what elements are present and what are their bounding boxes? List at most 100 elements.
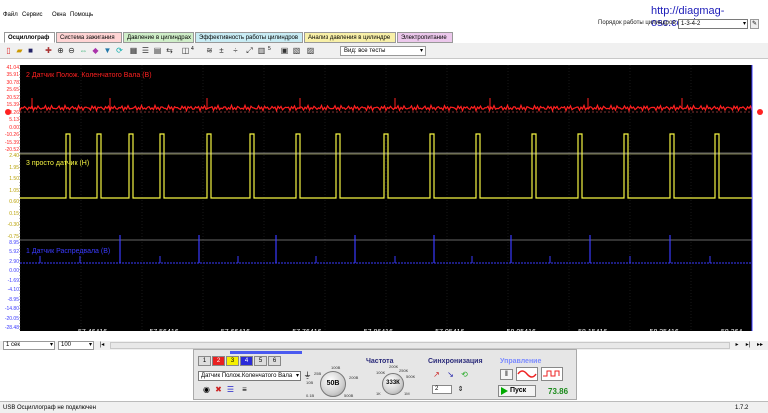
equalizer-icon[interactable]: ≡	[240, 385, 249, 394]
knob1-tick-label: 10В	[306, 380, 314, 385]
channel-button-6[interactable]: 6	[268, 356, 281, 366]
sine-mode-button[interactable]	[516, 367, 538, 381]
tab-cylinder-pressure[interactable]: Давление в цилиндрах	[123, 32, 194, 43]
table-icon[interactable]: ▤	[153, 46, 162, 55]
auto-sync-icon[interactable]: ⟲	[460, 370, 469, 379]
channel-2-label: 2 Датчик Полож. Коленчатого Вала (В)	[26, 72, 152, 79]
tab-oscilloscope[interactable]: Осциллограф	[4, 32, 55, 43]
x-tick-label: 57.56416	[149, 329, 179, 336]
scroll-right-icon[interactable]: ▸	[733, 342, 741, 349]
falling-edge-icon[interactable]: ↘	[446, 370, 455, 379]
knob2-tick-label: 1К	[376, 391, 381, 396]
channel-button-4[interactable]: 4	[240, 356, 253, 366]
start-button[interactable]: Пуск	[498, 385, 536, 397]
channel-3-label: 3 просто датчик (Н)	[26, 160, 90, 167]
rows-icon[interactable]: ▨	[306, 46, 315, 55]
chevron-down-icon: ▾	[742, 21, 746, 27]
time-window-select[interactable]: 1 сек ▾	[3, 341, 55, 350]
knob1-tick-label: 500В	[344, 393, 354, 398]
chart-icon[interactable]: ≋	[205, 46, 214, 55]
chevron-down-icon: ▾	[49, 342, 53, 348]
channel-button-1[interactable]: 1	[198, 356, 211, 366]
counter-2: 5	[268, 46, 271, 52]
sync-icon[interactable]: ⟳	[115, 46, 124, 55]
layout-icon[interactable]: ▣	[280, 46, 289, 55]
filter-icon[interactable]: ▼	[103, 46, 112, 55]
time-scrollbar[interactable]	[110, 342, 730, 349]
pulse-wave-icon	[543, 370, 560, 377]
tab-ignition[interactable]: Система зажигания	[56, 32, 122, 43]
y-tick-label: -4.10	[7, 287, 19, 294]
y-tick-label: 10.26	[6, 109, 19, 116]
x-tick-label: 57.95416	[435, 329, 465, 336]
pause-icon[interactable]: ‖	[500, 369, 513, 380]
edit-order-button[interactable]: ✎	[750, 19, 759, 29]
menu-file[interactable]: Файл	[3, 12, 18, 18]
invert-icon[interactable]: ✖	[214, 385, 223, 394]
menu-service[interactable]: Сервис	[22, 12, 43, 18]
knob2-tick-label: 500К	[406, 374, 416, 379]
save-icon[interactable]: ■	[26, 46, 35, 55]
compare-icon[interactable]: ⇆	[165, 46, 174, 55]
knob1-tick-label: 200В	[349, 375, 359, 380]
channel-button-5[interactable]: 5	[254, 356, 267, 366]
pulse-mode-button[interactable]	[541, 367, 563, 381]
grid-icon[interactable]: ▦	[129, 46, 138, 55]
split-icon[interactable]: ÷	[231, 46, 240, 55]
y-tick-label: 2.90	[9, 258, 19, 265]
counter-icon[interactable]: ◫	[181, 46, 190, 55]
tab-power-supply[interactable]: Электропитание	[397, 32, 453, 43]
marker-icon[interactable]: ◆	[91, 46, 100, 55]
refresh-rate-value: 73.86	[548, 387, 569, 396]
y-tick-label: 20.52	[6, 94, 19, 101]
y-tick-label: 30.78	[6, 79, 19, 86]
plus-minus-icon[interactable]: ±	[217, 46, 226, 55]
rising-edge-icon[interactable]: ↗	[432, 370, 441, 379]
tab-pressure-analysis[interactable]: Анализ давления в цилиндре	[304, 32, 396, 43]
new-file-icon[interactable]: ▯	[4, 46, 13, 55]
y-tick-label: 0.00	[9, 124, 19, 131]
knob2-tick-label: 250К	[399, 368, 409, 373]
firing-order-select[interactable]: 1-3-4-2 ▾	[678, 19, 748, 29]
y-tick-label: 0.15	[9, 210, 19, 217]
menu-windows[interactable]: Окна	[52, 12, 66, 18]
sync-channel-select[interactable]: 2	[432, 385, 452, 394]
sine-wave-icon	[517, 370, 537, 378]
app-version: 1.7.2	[735, 405, 749, 411]
zoom-out-icon[interactable]: ⊖	[67, 46, 76, 55]
expand-icon[interactable]: ⤢	[245, 46, 254, 55]
sync-mode-icon[interactable]: ⇕	[456, 385, 465, 394]
zoom-in-icon[interactable]: ⊕	[56, 46, 65, 55]
view-select[interactable]: Вид: все тесты ▾	[340, 46, 426, 56]
probe-icon[interactable]: ⏚	[303, 371, 312, 380]
sensor-select[interactable]: Датчик Полож.Коленчатого Вала ▾	[198, 371, 301, 381]
measure-icon[interactable]: ⇔	[79, 46, 88, 55]
connection-status: USB Осциллограф не подключен	[3, 405, 96, 411]
counter-1: 4	[191, 46, 194, 52]
chevron-down-icon: ▾	[419, 48, 423, 54]
y-tick-label: -15.39	[4, 139, 19, 146]
sensor-select-value: Датчик Полож.Коленчатого Вала	[201, 373, 293, 379]
sync-channel-value: 2	[435, 386, 439, 392]
tab-cylinder-efficiency[interactable]: Эффективность работы цилиндров	[195, 32, 303, 43]
channel-icon[interactable]: ▥	[257, 46, 266, 55]
chevron-down-icon: ▾	[295, 373, 299, 379]
menu-help[interactable]: Помощь	[70, 12, 93, 18]
columns-icon[interactable]: ▧	[292, 46, 301, 55]
channel-button-2[interactable]: 2	[212, 356, 225, 366]
lines-icon[interactable]: ☰	[226, 385, 235, 394]
zoom-select[interactable]: 100 ▾	[58, 341, 94, 350]
scroll-start-icon[interactable]: |◂	[98, 342, 106, 349]
scroll-end-icon[interactable]: ▸|	[744, 342, 752, 349]
open-folder-icon[interactable]: ▰	[15, 46, 24, 55]
align-icon[interactable]: ☰	[141, 46, 150, 55]
y-tick-label: 5.13	[9, 117, 19, 124]
scroll-page-icon[interactable]: ▸▸	[756, 342, 764, 349]
channel-1-label: 1 Датчик Распредвала (В)	[26, 248, 111, 255]
voltage-knob-value: 50В	[326, 380, 340, 387]
channel-button-3[interactable]: 3	[226, 356, 239, 366]
x-tick-label: 58.05416	[506, 329, 536, 336]
waveform-canvas[interactable]	[0, 60, 768, 342]
eye-icon[interactable]: ◉	[202, 385, 211, 394]
cursor-icon[interactable]: ✚	[44, 46, 53, 55]
